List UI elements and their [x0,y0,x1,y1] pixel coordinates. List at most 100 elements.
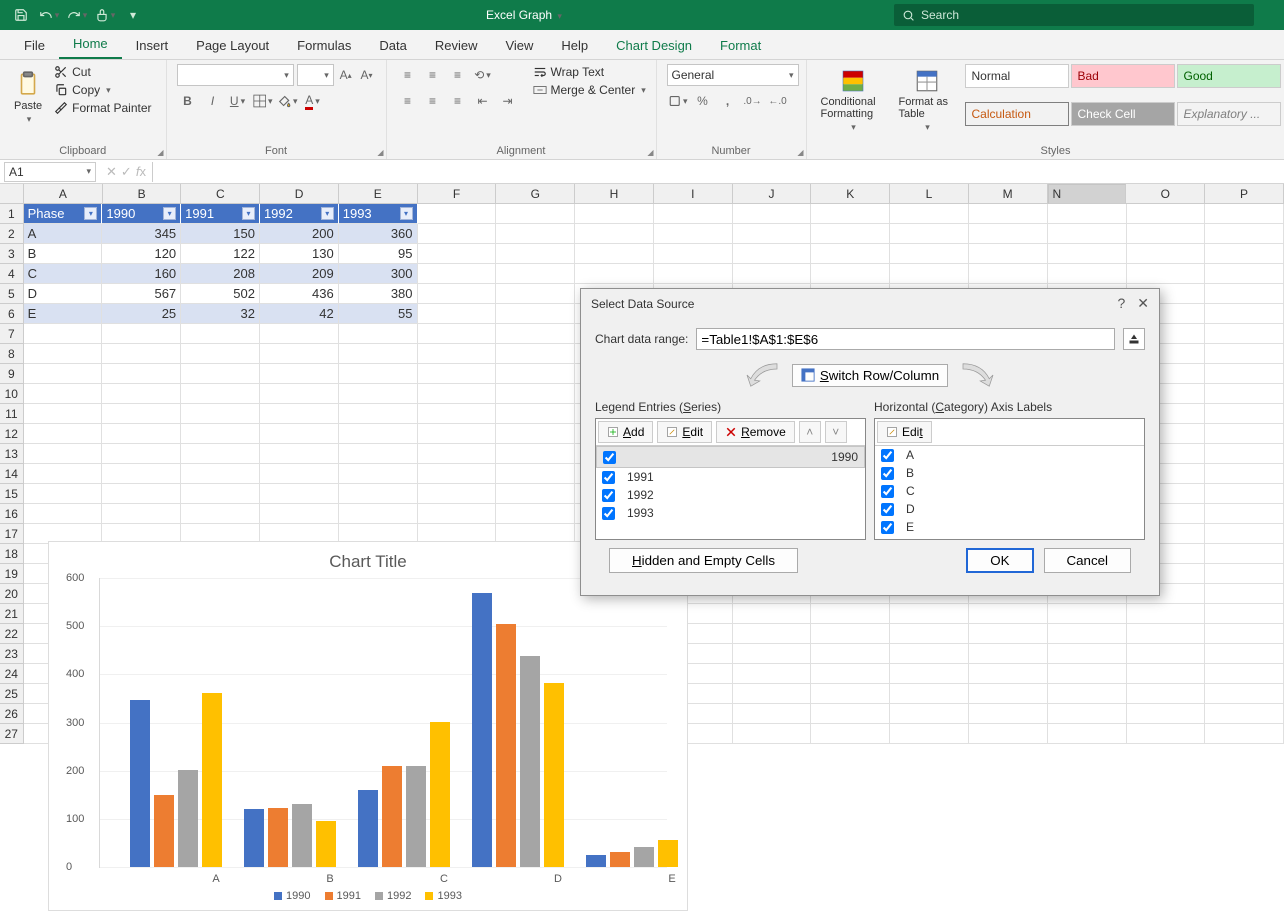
bar-C-1992[interactable] [406,766,426,867]
cell-C12[interactable] [181,424,260,444]
series-list[interactable]: 1990199119921993 [596,446,865,539]
column-header-E[interactable]: E [339,184,418,204]
bar-A-1990[interactable] [130,700,150,867]
cell-A4[interactable]: C [24,264,103,284]
cell-B6[interactable]: 25 [102,304,181,324]
column-header-O[interactable]: O [1126,184,1205,204]
cell-L22[interactable] [890,624,969,644]
chart-data-range-input[interactable] [696,328,1115,350]
bar-C-1993[interactable] [430,722,450,867]
legend-item-1991[interactable]: 1991 [325,890,361,902]
cell-O22[interactable] [1127,624,1206,644]
cell-F9[interactable] [418,364,497,384]
align-middle-icon[interactable]: ≡ [422,64,444,86]
close-icon[interactable]: ✕ [1137,295,1149,312]
cell-F15[interactable] [418,484,497,504]
cell-F2[interactable] [418,224,497,244]
cell-C10[interactable] [181,384,260,404]
redo-icon[interactable]: ▾ [66,4,88,26]
cell-G8[interactable] [496,344,575,364]
cell-E15[interactable] [339,484,418,504]
cell-K2[interactable] [811,224,890,244]
category-list[interactable]: ABCDE [875,446,1144,539]
bar-A-1992[interactable] [178,770,198,867]
cell-P14[interactable] [1205,464,1284,484]
cell-C14[interactable] [181,464,260,484]
cell-P10[interactable] [1205,384,1284,404]
alignment-launcher-icon[interactable]: ◢ [647,148,653,157]
cell-M2[interactable] [969,224,1048,244]
cell-E12[interactable] [339,424,418,444]
cell-F16[interactable] [418,504,497,524]
cell-F3[interactable] [418,244,497,264]
format-painter-button[interactable]: Format Painter [50,100,155,116]
cell-G10[interactable] [496,384,575,404]
cell-A6[interactable]: E [24,304,103,324]
row-header-3[interactable]: 3 [0,244,24,264]
cell-K26[interactable] [811,704,890,724]
cell-I1[interactable] [654,204,733,224]
cell-B5[interactable]: 567 [102,284,181,304]
cell-G14[interactable] [496,464,575,484]
cell-D8[interactable] [260,344,339,364]
cell-B7[interactable] [102,324,181,344]
cell-E4[interactable]: 300 [339,264,418,284]
bar-B-1992[interactable] [292,804,312,867]
wrap-text-button[interactable]: Wrap Text [529,64,650,80]
clipboard-launcher-icon[interactable]: ◢ [157,148,163,157]
series-checkbox-1993[interactable] [602,507,615,520]
edit-axis-button[interactable]: Edit [877,421,932,443]
cell-J21[interactable] [733,604,812,624]
cell-G2[interactable] [496,224,575,244]
cell-N27[interactable] [1048,724,1127,744]
bar-E-1992[interactable] [634,847,654,867]
cell-G3[interactable] [496,244,575,264]
row-header-23[interactable]: 23 [0,644,24,664]
font-launcher-icon[interactable]: ◢ [377,148,383,157]
tab-view[interactable]: View [491,32,547,59]
cell-G5[interactable] [496,284,575,304]
cell-D11[interactable] [260,404,339,424]
cell-E5[interactable]: 380 [339,284,418,304]
cell-B13[interactable] [102,444,181,464]
cell-B2[interactable]: 345 [102,224,181,244]
cell-C4[interactable]: 208 [181,264,260,284]
cell-C9[interactable] [181,364,260,384]
bar-D-1993[interactable] [544,683,564,867]
cell-L25[interactable] [890,684,969,704]
bar-E-1993[interactable] [658,840,678,867]
row-header-1[interactable]: 1 [0,204,24,224]
cell-O1[interactable] [1127,204,1206,224]
cell-A10[interactable] [24,384,103,404]
switch-row-column-button[interactable]: Switch Row/Column [792,364,948,387]
select-all-corner[interactable] [0,184,24,204]
bar-B-1993[interactable] [316,821,336,867]
cell-G12[interactable] [496,424,575,444]
cell-E1[interactable]: 1993▾ [339,204,418,224]
cell-O25[interactable] [1127,684,1206,704]
cell-J26[interactable] [733,704,812,724]
cell-K22[interactable] [811,624,890,644]
cell-A2[interactable]: A [24,224,103,244]
category-checkbox-C[interactable] [881,485,894,498]
cell-L24[interactable] [890,664,969,684]
cell-E9[interactable] [339,364,418,384]
add-series-button[interactable]: Add [598,421,653,443]
touch-mode-icon[interactable]: ▾ [94,4,116,26]
cell-P1[interactable] [1205,204,1284,224]
bar-C-1991[interactable] [382,766,402,867]
column-header-H[interactable]: H [575,184,654,204]
undo-icon[interactable]: ▾ [38,4,60,26]
qat-customize-icon[interactable]: ▾ [122,4,144,26]
cell-P22[interactable] [1205,624,1284,644]
cell-A15[interactable] [24,484,103,504]
cell-styles-gallery[interactable]: Normal Bad Good Calculation Check Cell E… [965,64,1284,137]
cell-P19[interactable] [1205,564,1284,584]
cell-B16[interactable] [102,504,181,524]
column-header-B[interactable]: B [103,184,182,204]
orientation-icon[interactable]: ⟲▾ [472,64,494,86]
bar-E-1990[interactable] [586,855,606,867]
cell-G16[interactable] [496,504,575,524]
number-format-select[interactable]: General▾ [667,64,799,86]
cell-D4[interactable]: 209 [260,264,339,284]
